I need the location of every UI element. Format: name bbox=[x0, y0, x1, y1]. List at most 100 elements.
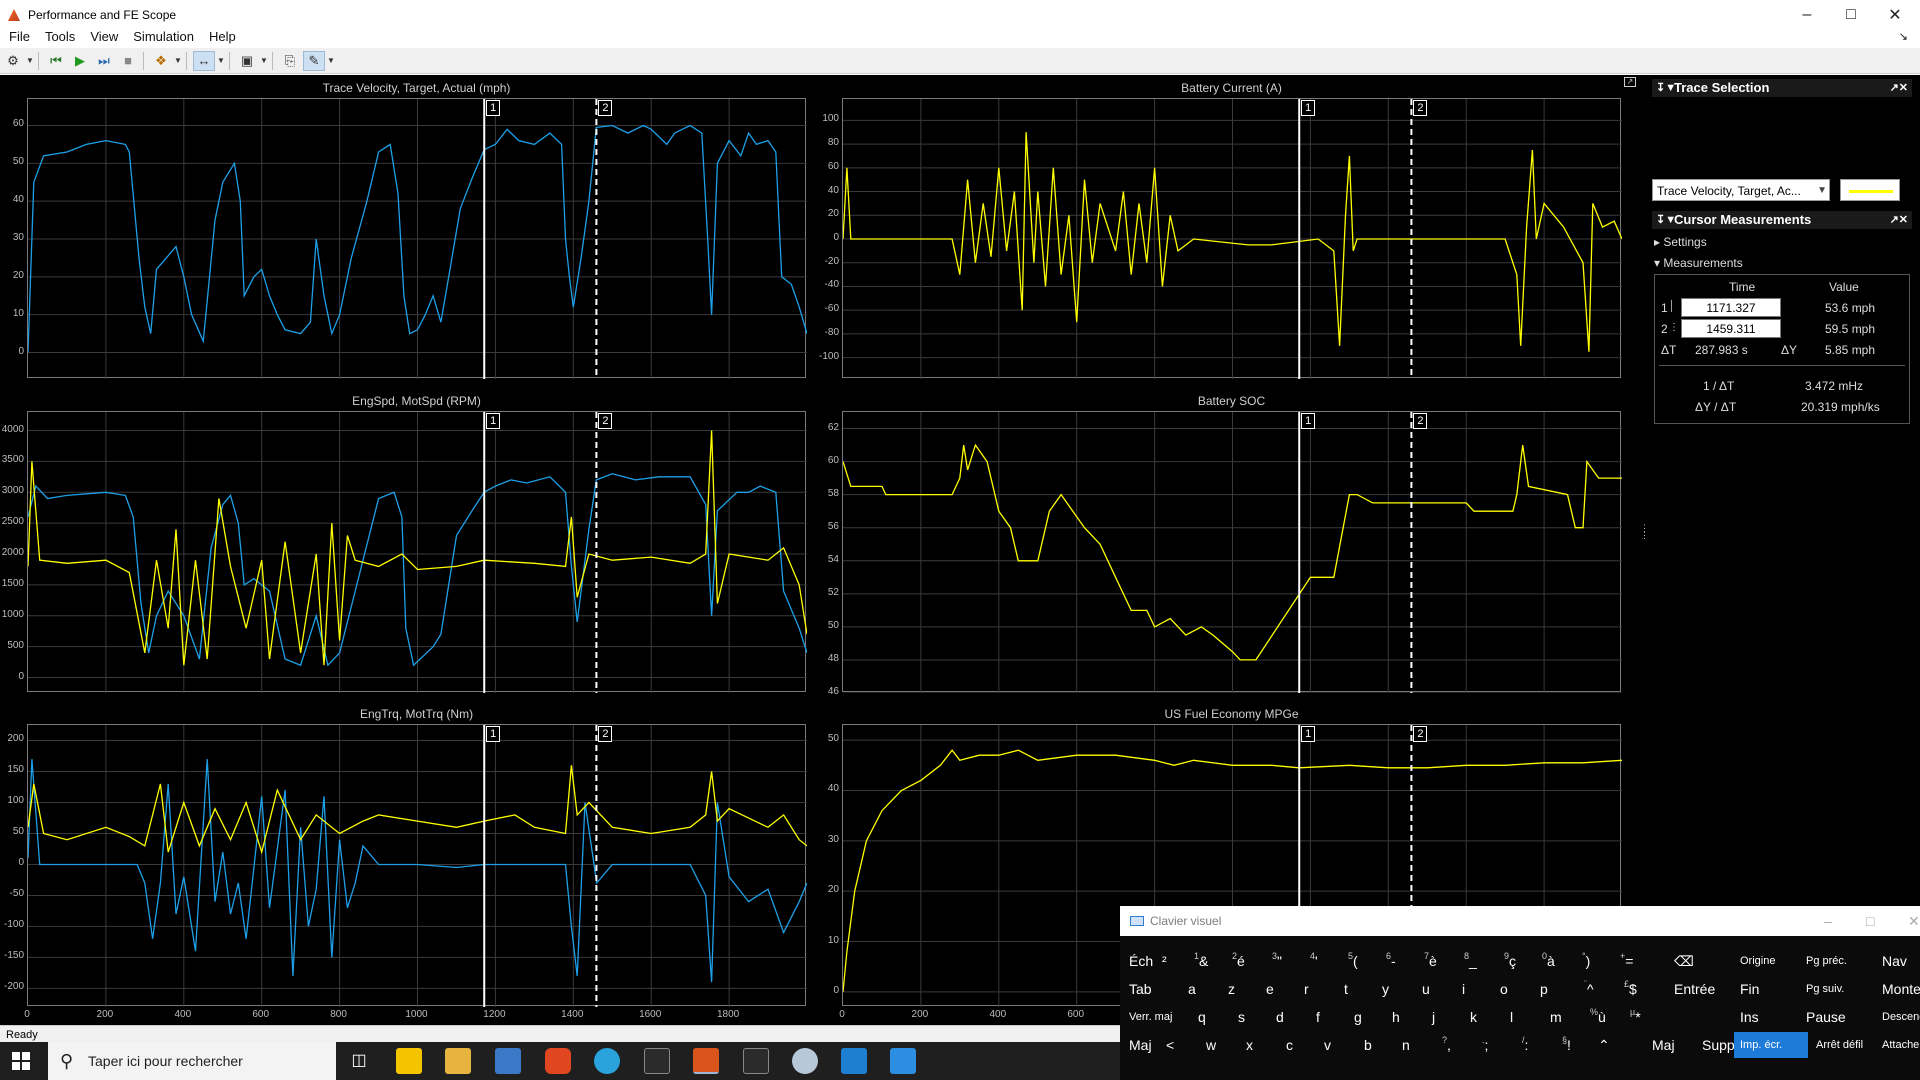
cursor-measurements-header[interactable]: ↧▼ Cursor Measurements ↗✕ bbox=[1652, 211, 1912, 229]
cursor-2-time-field[interactable]: 1459.311 bbox=[1681, 319, 1781, 338]
plot-soc[interactable] bbox=[842, 411, 1622, 693]
collapse-icon[interactable]: ↧▼ bbox=[1656, 79, 1676, 97]
key-1-2[interactable]: z bbox=[1222, 976, 1258, 1002]
scale-axes-icon[interactable]: ▣ bbox=[236, 51, 258, 71]
cursor-tag-2[interactable]: 2 bbox=[1413, 100, 1428, 116]
key-3-16[interactable]: Arrêt défil bbox=[1810, 1032, 1874, 1058]
key-1-4[interactable]: r bbox=[1298, 976, 1336, 1002]
key-3-2[interactable]: w bbox=[1200, 1032, 1238, 1058]
key-2-15[interactable]: Descend bbox=[1876, 1004, 1920, 1030]
key-3-13[interactable]: Maj bbox=[1646, 1032, 1694, 1058]
key-3-0[interactable]: Maj bbox=[1123, 1032, 1157, 1058]
windows-start-icon[interactable] bbox=[12, 1052, 30, 1070]
key-3-12[interactable]: ⌃ bbox=[1592, 1032, 1644, 1058]
key-0-12[interactable]: °) bbox=[1576, 948, 1612, 974]
trace-color-swatch[interactable] bbox=[1840, 179, 1900, 201]
key-0-13[interactable]: += bbox=[1614, 948, 1666, 974]
step-back-icon[interactable]: ⏮ bbox=[45, 51, 67, 71]
zoom-x-icon[interactable]: ↔ bbox=[193, 50, 215, 71]
key-2-10[interactable]: m bbox=[1544, 1004, 1582, 1030]
key-0-15[interactable]: Origine bbox=[1734, 948, 1798, 974]
key-1-5[interactable]: t bbox=[1338, 976, 1374, 1002]
settings-gear-icon[interactable]: ⚙ bbox=[2, 51, 24, 71]
triggers-icon[interactable]: ⎘ bbox=[279, 51, 301, 71]
key-1-16[interactable]: Monte bbox=[1876, 976, 1920, 1002]
key-3-11[interactable]: §! bbox=[1556, 1032, 1590, 1058]
key-3-7[interactable]: n bbox=[1396, 1032, 1434, 1058]
cursor-tag-1[interactable]: 1 bbox=[1301, 413, 1316, 429]
dropdown-arrow-icon[interactable]: ▼ bbox=[217, 51, 225, 71]
settings-node[interactable]: ▸ Settings bbox=[1654, 235, 1707, 249]
file-explorer-icon[interactable] bbox=[445, 1048, 471, 1074]
cursor-tag-1[interactable]: 1 bbox=[486, 413, 501, 429]
trace-selection-header[interactable]: ↧▼ Trace Selection ↗✕ bbox=[1652, 79, 1912, 97]
key-1-3[interactable]: e bbox=[1260, 976, 1296, 1002]
undock-icon[interactable]: ↘ bbox=[1899, 30, 1908, 43]
cursor-tag-2[interactable]: 2 bbox=[598, 726, 613, 742]
measurements-node[interactable]: ▾ Measurements bbox=[1654, 256, 1743, 270]
menu-help[interactable]: Help bbox=[209, 29, 236, 44]
run-icon[interactable]: ▶ bbox=[69, 51, 91, 71]
photos-icon[interactable] bbox=[890, 1048, 916, 1074]
key-0-1[interactable]: ² bbox=[1156, 948, 1186, 974]
cursor-tag-1[interactable]: 1 bbox=[486, 100, 501, 116]
key-0-9[interactable]: 8_ bbox=[1458, 948, 1494, 974]
matlab-taskbar-icon[interactable] bbox=[693, 1048, 719, 1074]
keyboard-maximize-button[interactable]: □ bbox=[1866, 906, 1874, 936]
key-1-7[interactable]: u bbox=[1416, 976, 1454, 1002]
panel-undock-icon[interactable]: ↗ bbox=[1624, 77, 1636, 87]
key-2-6[interactable]: h bbox=[1386, 1004, 1424, 1030]
taskbar-search-box[interactable]: ⚲ Taper ici pour rechercher bbox=[48, 1042, 336, 1080]
key-1-14[interactable]: Fin bbox=[1734, 976, 1798, 1002]
sticky-notes-icon[interactable] bbox=[396, 1048, 422, 1074]
key-0-14[interactable]: ⌫ bbox=[1668, 948, 1730, 974]
plot-velocity[interactable] bbox=[27, 98, 807, 379]
plot-speed[interactable] bbox=[27, 411, 807, 693]
key-2-12[interactable]: µ* bbox=[1624, 1004, 1672, 1030]
plot-battcur[interactable] bbox=[842, 98, 1622, 379]
key-2-8[interactable]: k bbox=[1464, 1004, 1502, 1030]
key-1-13[interactable]: Entrée bbox=[1668, 976, 1730, 1002]
app-window-icon[interactable] bbox=[495, 1048, 521, 1074]
stop-icon[interactable]: ■ bbox=[117, 51, 139, 71]
collapse-icon[interactable]: ↧▼ bbox=[1656, 211, 1676, 229]
key-0-2[interactable]: 1& bbox=[1188, 948, 1224, 974]
key-3-14[interactable]: Suppr bbox=[1696, 1032, 1739, 1058]
key-2-9[interactable]: l bbox=[1504, 1004, 1542, 1030]
menu-view[interactable]: View bbox=[90, 29, 118, 44]
key-2-14[interactable]: Pause bbox=[1800, 1004, 1874, 1030]
cursor-tag-2[interactable]: 2 bbox=[598, 413, 613, 429]
key-1-1[interactable]: a bbox=[1182, 976, 1220, 1002]
key-0-4[interactable]: 3" bbox=[1266, 948, 1302, 974]
menu-file[interactable]: File bbox=[9, 29, 30, 44]
panel-close-icon[interactable]: ↗✕ bbox=[1890, 79, 1908, 97]
key-0-11[interactable]: 0à bbox=[1536, 948, 1572, 974]
key-0-17[interactable]: Nav bbox=[1876, 948, 1920, 974]
keyboard-minimize-button[interactable]: – bbox=[1824, 906, 1832, 936]
key-1-9[interactable]: o bbox=[1494, 976, 1532, 1002]
cursor-tag-1[interactable]: 1 bbox=[486, 726, 501, 742]
cursor-tag-2[interactable]: 2 bbox=[1413, 726, 1428, 742]
cursor-measurements-icon[interactable]: ✎ bbox=[303, 50, 325, 71]
key-1-11[interactable]: ¨^ bbox=[1578, 976, 1616, 1002]
key-0-3[interactable]: 2é bbox=[1226, 948, 1262, 974]
terminal-icon[interactable] bbox=[644, 1048, 670, 1074]
key-2-11[interactable]: %ù bbox=[1584, 1004, 1622, 1030]
key-3-10[interactable]: /: bbox=[1516, 1032, 1554, 1058]
key-1-10[interactable]: p bbox=[1534, 976, 1576, 1002]
dropdown-arrow-icon[interactable]: ▼ bbox=[327, 51, 335, 71]
cursor-1-time-field[interactable]: 1171.327 bbox=[1681, 298, 1781, 317]
plot-torque[interactable] bbox=[27, 724, 807, 1007]
key-0-8[interactable]: 7è bbox=[1418, 948, 1454, 974]
dropdown-arrow-icon[interactable]: ▼ bbox=[174, 51, 182, 71]
key-3-3[interactable]: x bbox=[1240, 1032, 1278, 1058]
key-1-8[interactable]: i bbox=[1456, 976, 1492, 1002]
trace-select-dropdown[interactable]: Trace Velocity, Target, Ac... ▼ bbox=[1652, 179, 1830, 201]
key-3-5[interactable]: v bbox=[1318, 1032, 1356, 1058]
key-1-15[interactable]: Pg suiv. bbox=[1800, 976, 1874, 1002]
key-0-10[interactable]: 9ç bbox=[1498, 948, 1534, 974]
step-forward-icon[interactable]: ⏭ bbox=[93, 51, 115, 71]
telegram-icon[interactable] bbox=[594, 1048, 620, 1074]
keyboard-close-button[interactable]: ✕ bbox=[1908, 906, 1920, 936]
vscode-icon[interactable] bbox=[841, 1048, 867, 1074]
